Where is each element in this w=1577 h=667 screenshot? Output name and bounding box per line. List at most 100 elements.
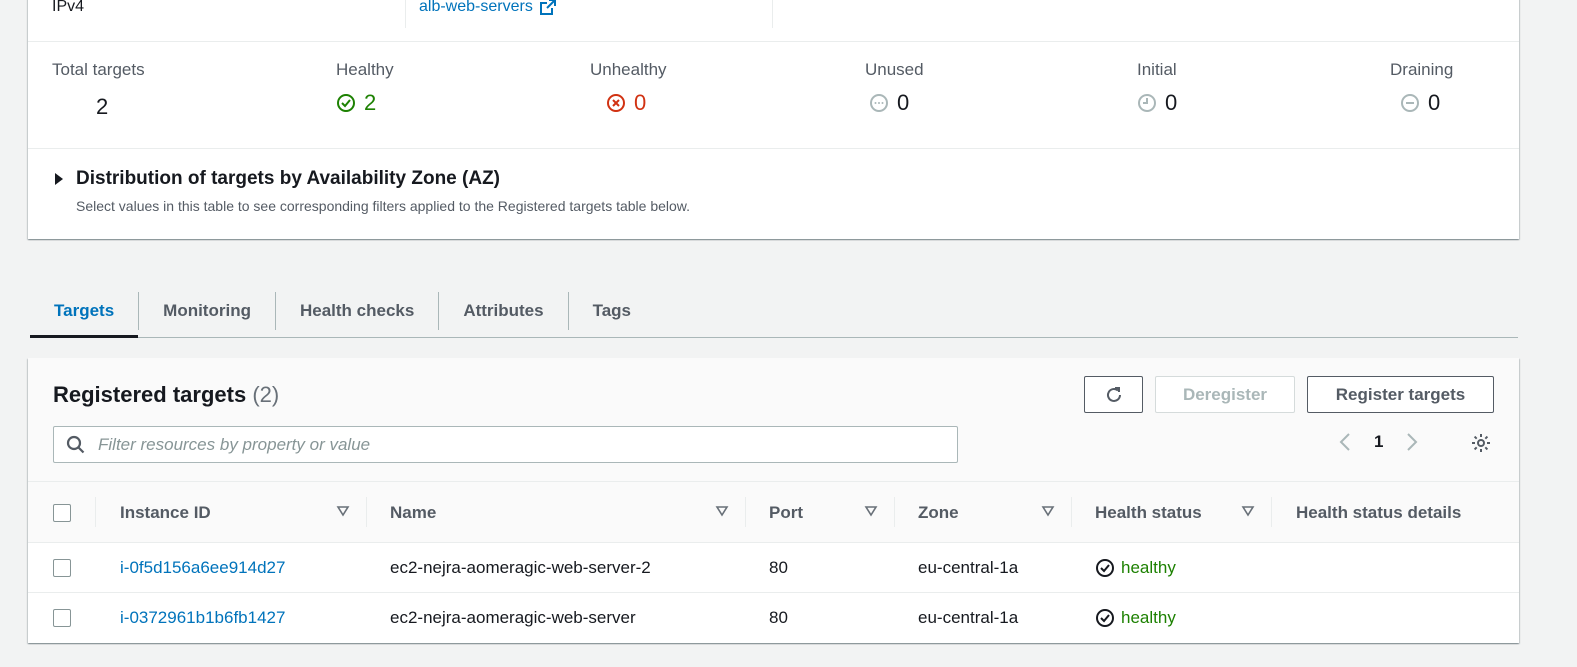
- sort-icon: [1241, 506, 1255, 517]
- caret-right-icon: [55, 173, 63, 185]
- registered-targets-title-text: Registered targets: [53, 382, 247, 407]
- sort-icon: [864, 506, 878, 517]
- column-label: Health status details: [1296, 502, 1462, 522]
- column-separator: [95, 497, 96, 527]
- health-status: healthy: [1095, 558, 1176, 578]
- deregister-button[interactable]: Deregister: [1155, 376, 1295, 413]
- stat-value-row[interactable]: 0: [865, 90, 924, 116]
- registered-targets-title: Registered targets (2): [53, 382, 279, 408]
- stat-value: 0: [1428, 90, 1441, 115]
- stat-healthy: Healthy 2: [336, 60, 394, 116]
- stat-label: Unhealthy: [590, 60, 667, 79]
- column-label: Zone: [918, 502, 959, 522]
- status-negative-icon: [607, 94, 625, 112]
- stat-value-row[interactable]: 0: [590, 90, 667, 116]
- row-checkbox[interactable]: [53, 558, 71, 577]
- status-positive-icon: [337, 94, 355, 112]
- column-name[interactable]: Name: [390, 482, 745, 543]
- column-instance-id[interactable]: Instance ID: [120, 482, 366, 543]
- divider: [28, 148, 1519, 149]
- column-label: Health status: [1095, 502, 1202, 522]
- distribution-title: Distribution of targets by Availability …: [76, 168, 501, 189]
- distribution-expander[interactable]: Distribution of targets by Availability …: [52, 168, 690, 190]
- column-separator: [745, 497, 746, 527]
- row-checkbox[interactable]: [53, 608, 71, 627]
- refresh-icon: [1106, 386, 1121, 402]
- zone-cell: eu-central-1a: [918, 557, 1019, 577]
- status-success-icon: [1096, 608, 1114, 627]
- stat-value: 2: [364, 90, 377, 115]
- stat-label: Total targets: [52, 60, 145, 79]
- sort-icon: [1041, 506, 1055, 517]
- search-icon: [66, 435, 85, 453]
- instance-id-link[interactable]: i-0f5d156a6ee914d27: [120, 558, 285, 578]
- stat-value: 0: [897, 90, 910, 115]
- instance-id-link[interactable]: i-0372961b1b6fb1427: [120, 608, 285, 628]
- stat-unhealthy: Unhealthy 0: [590, 60, 667, 116]
- column-separator: [894, 497, 895, 527]
- column-separator: [366, 497, 367, 527]
- stat-value-row[interactable]: 0: [1137, 90, 1177, 116]
- filter-field[interactable]: [53, 426, 958, 463]
- filter-input[interactable]: [98, 434, 938, 455]
- tab-monitoring[interactable]: Monitoring: [139, 284, 275, 337]
- stat-label: Healthy: [336, 60, 394, 79]
- name-cell: ec2-nejra-aomeragic-web-server: [390, 607, 636, 627]
- stat-unused: Unused 0: [865, 60, 924, 116]
- tab-health-checks[interactable]: Health checks: [276, 284, 438, 337]
- row-select-cell: [53, 593, 71, 642]
- name-cell: ec2-nejra-aomeragic-web-server-2: [390, 557, 651, 577]
- column-separator: [1071, 497, 1072, 527]
- load-balancer-link[interactable]: alb-web-servers: [419, 0, 557, 16]
- target-group-summary: IPv4 alb-web-servers Total targets 2 Hea…: [28, 0, 1519, 239]
- register-targets-button[interactable]: Register targets: [1307, 376, 1494, 413]
- stat-initial: Initial 0: [1137, 60, 1177, 116]
- chevron-left-icon[interactable]: [1338, 432, 1352, 452]
- divider: [772, 0, 773, 28]
- table-row[interactable]: i-0372961b1b6fb1427 ec2-nejra-aomeragic-…: [28, 593, 1519, 643]
- gear-icon: [1472, 434, 1490, 452]
- registered-targets-card: Registered targets (2) Deregister Regist…: [28, 358, 1519, 643]
- health-status-cell: healthy: [1095, 543, 1176, 592]
- tab-targets[interactable]: Targets: [30, 284, 139, 338]
- page-number[interactable]: 1: [1374, 432, 1383, 452]
- health-status-label: healthy: [1121, 557, 1176, 577]
- tab-tags[interactable]: Tags: [569, 284, 655, 337]
- column-label: Port: [769, 502, 803, 522]
- stat-label: Initial: [1137, 60, 1177, 79]
- sort-icon: [336, 506, 350, 517]
- column-health-status-details[interactable]: Health status details: [1296, 482, 1506, 543]
- stat-value-row[interactable]: 2: [336, 90, 394, 116]
- stat-value: 0: [1165, 90, 1178, 115]
- distribution-section: Distribution of targets by Availability …: [52, 168, 690, 214]
- column-separator: [1271, 497, 1272, 527]
- registered-targets-header: Registered targets (2) Deregister Regist…: [28, 358, 1519, 482]
- table-settings[interactable]: [1470, 432, 1492, 459]
- column-health-status[interactable]: Health status: [1095, 482, 1271, 543]
- table-header: Instance ID Name Port Zone Health status…: [28, 482, 1519, 543]
- instance-id-cell: i-0f5d156a6ee914d27: [120, 543, 285, 592]
- tab-attributes[interactable]: Attributes: [439, 284, 567, 337]
- column-label: Name: [390, 502, 437, 522]
- external-link-icon: [539, 0, 556, 15]
- load-balancer-link-label: alb-web-servers: [419, 0, 533, 15]
- status-pending-icon: [1138, 94, 1156, 112]
- refresh-button[interactable]: [1084, 376, 1143, 413]
- stat-total-targets: Total targets 2: [52, 60, 145, 120]
- health-status-cell: healthy: [1095, 593, 1176, 642]
- column-port[interactable]: Port: [769, 482, 894, 543]
- select-all-checkbox[interactable]: [53, 503, 71, 522]
- distribution-description: Select values in this table to see corre…: [76, 198, 691, 214]
- table-row[interactable]: i-0f5d156a6ee914d27 ec2-nejra-aomeragic-…: [28, 543, 1519, 593]
- zone-cell: eu-central-1a: [918, 607, 1019, 627]
- stat-label: Draining: [1390, 60, 1454, 79]
- row-select-cell: [53, 543, 71, 592]
- sort-icon: [715, 506, 729, 517]
- column-zone[interactable]: Zone: [918, 482, 1071, 543]
- port-cell: 80: [769, 557, 788, 577]
- registered-targets-count: (2): [252, 382, 280, 407]
- column-label: Instance ID: [120, 502, 211, 522]
- divider: [405, 0, 406, 28]
- chevron-right-icon[interactable]: [1405, 432, 1419, 452]
- stat-value-row[interactable]: 0: [1390, 90, 1453, 116]
